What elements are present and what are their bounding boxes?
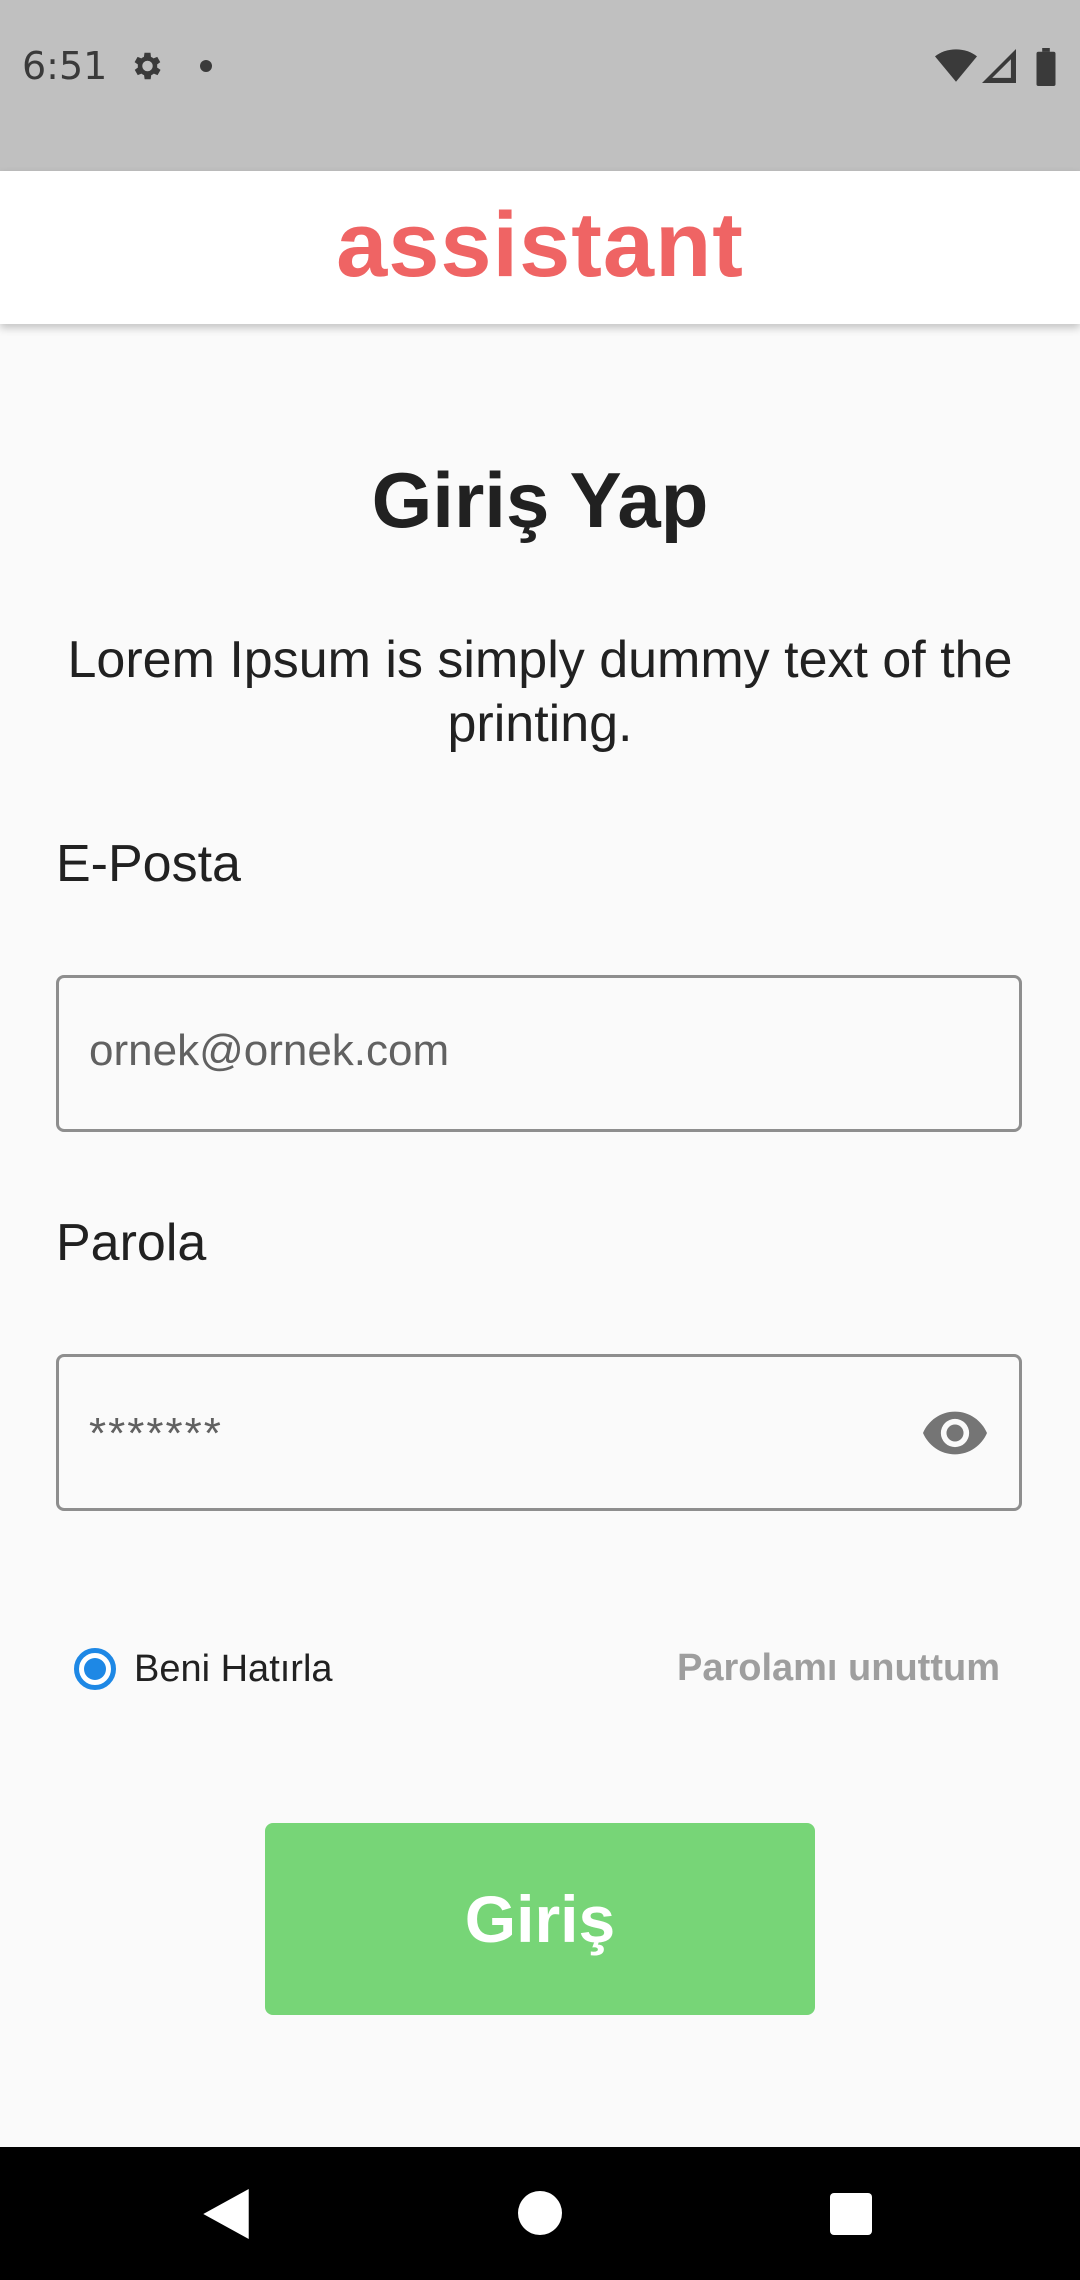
- cellular-signal-icon: [982, 49, 1016, 83]
- login-button[interactable]: Giriş: [265, 1823, 815, 2015]
- login-screen: 6:51 assistant Giriş Yap Lorem Ipsum is …: [0, 0, 1080, 2280]
- app-title: assistant: [336, 194, 744, 296]
- forgot-password-link[interactable]: Parolamı unuttum: [677, 1647, 1000, 1690]
- email-label: E-Posta: [56, 835, 241, 893]
- wifi-icon: [935, 49, 977, 82]
- status-time: 6:51: [22, 44, 108, 88]
- remember-me-radio[interactable]: [74, 1648, 116, 1690]
- status-bar: 6:51: [0, 0, 1080, 171]
- password-field[interactable]: *******: [56, 1354, 1022, 1511]
- email-field[interactable]: ornek@ornek.com: [56, 975, 1022, 1132]
- radio-selected-dot: [84, 1658, 106, 1680]
- password-placeholder: *******: [89, 1409, 223, 1458]
- settings-gear-icon: [134, 52, 161, 80]
- eye-icon[interactable]: [923, 1409, 987, 1457]
- notification-dot-icon: [200, 60, 212, 72]
- email-placeholder: ornek@ornek.com: [89, 1026, 450, 1075]
- home-icon[interactable]: [518, 2191, 562, 2235]
- battery-icon: [1036, 48, 1056, 86]
- password-label: Parola: [56, 1214, 207, 1272]
- remember-me-option[interactable]: Beni Hatırla: [74, 1643, 333, 1695]
- app-bar: assistant: [0, 171, 1080, 324]
- back-icon[interactable]: [203, 2189, 249, 2239]
- system-nav-bar: [0, 2147, 1080, 2280]
- page-subtitle: Lorem Ipsum is simply dummy text of the …: [67, 631, 1013, 753]
- recent-apps-icon[interactable]: [830, 2193, 872, 2235]
- page-title: Giriş Yap: [371, 456, 709, 544]
- remember-me-label: Beni Hatırla: [134, 1647, 333, 1690]
